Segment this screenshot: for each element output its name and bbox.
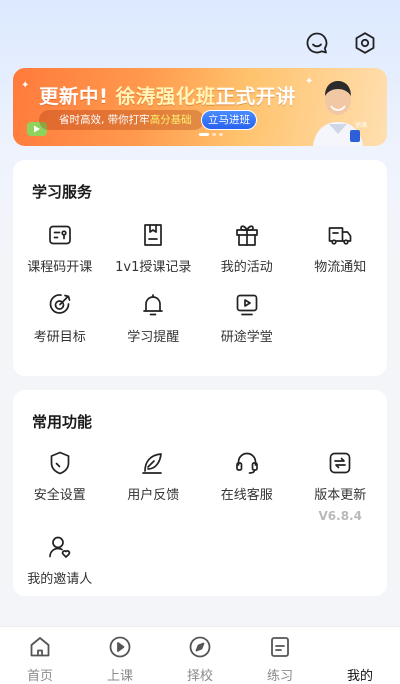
play-icon bbox=[107, 634, 133, 660]
tutoring-record-item[interactable]: 1v1授课记录 bbox=[107, 222, 201, 275]
home-icon bbox=[27, 634, 53, 660]
compass-icon bbox=[187, 634, 213, 660]
tab-mine[interactable]: 我的 bbox=[320, 627, 400, 684]
feedback-item[interactable]: 用户反馈 bbox=[107, 450, 201, 503]
video-icon bbox=[234, 292, 260, 318]
gift-icon bbox=[234, 222, 260, 248]
headset-icon bbox=[234, 450, 260, 476]
logistics-item[interactable]: 物流通知 bbox=[294, 222, 388, 275]
join-class-button[interactable]: 立马进班 bbox=[201, 110, 257, 130]
course-code-icon bbox=[47, 222, 73, 248]
study-reminder-item[interactable]: 学习提醒 bbox=[107, 292, 201, 345]
tab-practice[interactable]: 练习 bbox=[240, 627, 320, 684]
my-activities-item[interactable]: 我的活动 bbox=[200, 222, 294, 275]
truck-icon bbox=[327, 222, 353, 248]
tab-class[interactable]: 上课 bbox=[80, 627, 160, 684]
update-icon bbox=[327, 450, 353, 476]
settings-icon[interactable] bbox=[352, 30, 378, 56]
document-icon bbox=[140, 222, 166, 248]
teacher-badge: 徐涛 bbox=[355, 122, 368, 129]
version-update-item[interactable]: 版本更新 V6.8.4 bbox=[294, 450, 388, 523]
feather-icon bbox=[140, 450, 166, 476]
promo-banner[interactable]: ✦ ✦ 更新中! 徐涛强化班正式开讲 省时高效, 带你打牢高分基础 立马进班 徐… bbox=[13, 68, 387, 146]
common-functions-title: 常用功能 bbox=[32, 413, 93, 431]
online-service-item[interactable]: 在线客服 bbox=[200, 450, 294, 503]
study-services-card: 学习服务 课程码开课 1v1授课记录 我的活动 物流通知 考研目标 学习提醒 研… bbox=[13, 160, 387, 376]
message-icon[interactable] bbox=[304, 30, 330, 56]
bottom-tab-bar: 首页 上课 择校 练习 我的 bbox=[0, 626, 400, 684]
top-actions bbox=[304, 30, 378, 56]
security-settings-item[interactable]: 安全设置 bbox=[13, 450, 107, 503]
common-functions-card: 常用功能 安全设置 用户反馈 在线客服 版本更新 V6.8.4 我的邀请人 bbox=[13, 390, 387, 596]
inviter-icon bbox=[47, 534, 73, 560]
my-inviter-item[interactable]: 我的邀请人 bbox=[13, 534, 107, 587]
study-services-title: 学习服务 bbox=[32, 183, 93, 201]
banner-subtitle: 省时高效, 带你打牢高分基础 bbox=[39, 110, 204, 130]
target-icon bbox=[47, 292, 73, 318]
banner-headline: 更新中! 徐涛强化班正式开讲 bbox=[39, 85, 296, 108]
tab-school[interactable]: 择校 bbox=[160, 627, 240, 684]
bell-icon bbox=[140, 292, 166, 318]
version-number: V6.8.4 bbox=[318, 509, 362, 523]
exercise-icon bbox=[267, 634, 293, 660]
course-code-item[interactable]: 课程码开课 bbox=[13, 222, 107, 275]
carousel-indicator bbox=[199, 133, 223, 136]
exam-goal-item[interactable]: 考研目标 bbox=[13, 292, 107, 345]
shield-icon bbox=[47, 450, 73, 476]
study-hall-item[interactable]: 研途学堂 bbox=[200, 292, 294, 345]
tab-home[interactable]: 首页 bbox=[0, 627, 80, 684]
sparkle-icon: ✦ bbox=[21, 80, 30, 91]
